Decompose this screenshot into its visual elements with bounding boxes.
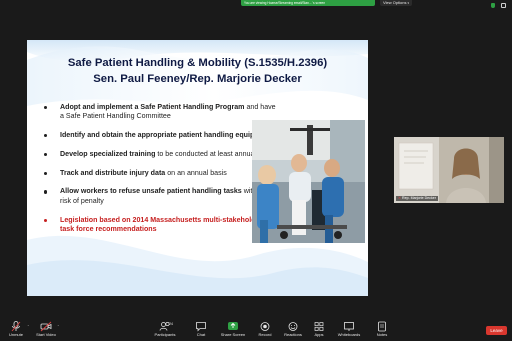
bullet-bold-text: Allow workers to refuse unsafe patient h… bbox=[60, 187, 242, 196]
top-bar: You are viewing Hoarse/Streaming email/S… bbox=[0, 0, 512, 10]
bullet-dot bbox=[44, 218, 48, 222]
record-label: Record bbox=[258, 332, 272, 337]
record-button[interactable]: Record bbox=[250, 321, 280, 341]
top-right-controls bbox=[491, 3, 506, 8]
bullet-text: to be conducted at least annually bbox=[155, 149, 262, 158]
bullet-item: Develop specialized training to be condu… bbox=[42, 150, 277, 159]
bullet-item: Identify and obtain the appropriate pati… bbox=[42, 131, 277, 140]
meeting-toolbar: Unmute ^ Start Video ^ 24 Participants C… bbox=[0, 318, 512, 341]
apps-label: Apps bbox=[314, 332, 324, 337]
unmute-label: Unmute bbox=[8, 332, 23, 337]
shield-icon[interactable] bbox=[491, 3, 495, 8]
share-screen-button[interactable]: Share Screen bbox=[218, 321, 248, 341]
video-camera-icon bbox=[40, 321, 52, 332]
participants-button[interactable]: 24 Participants bbox=[150, 321, 180, 341]
bullet-dot bbox=[44, 134, 48, 138]
chevron-down-icon: ▾ bbox=[407, 1, 410, 5]
participant-video-feed bbox=[394, 137, 504, 203]
bullet-bold-text: Adopt and implement a Safe Patient Handl… bbox=[60, 103, 245, 111]
slide-title-line1: Safe Patient Handling & Mobility (S.1535… bbox=[67, 57, 328, 69]
start-video-label: Start Video bbox=[36, 332, 56, 337]
chevron-up-icon[interactable]: ^ bbox=[58, 324, 59, 328]
slide-title-line2: Sen. Paul Feeney/Rep. Marjorie Decker bbox=[93, 73, 302, 85]
notes-label: Notes bbox=[376, 332, 388, 337]
apps-icon bbox=[314, 322, 324, 331]
shared-slide: Safe Patient Handling & Mobility (S.1535… bbox=[27, 40, 368, 296]
microphone-icon bbox=[11, 321, 21, 332]
slide-bullet-list: Adopt and implement a Safe Patient Handl… bbox=[42, 103, 277, 244]
apps-button[interactable]: Apps bbox=[304, 321, 334, 341]
start-video-button[interactable]: Start Video ^ bbox=[31, 321, 61, 341]
chat-icon bbox=[196, 322, 206, 332]
chat-label: Chat bbox=[196, 332, 206, 337]
notes-button[interactable]: Notes bbox=[367, 321, 397, 341]
microphone-muted-icon: ✕ bbox=[398, 196, 402, 200]
bullet-bold-text: Track and distribute injury data bbox=[60, 168, 166, 177]
bullet-highlight-text: Legislation based on 2014 Massachusetts … bbox=[60, 215, 263, 233]
bullet-bold-text: Identify and obtain the appropriate pati… bbox=[60, 131, 272, 140]
bullet-dot bbox=[44, 190, 48, 194]
participant-name-label: ✕ Rep. Marjorie Decker bbox=[396, 196, 438, 201]
share-screen-icon bbox=[228, 322, 238, 330]
unmute-button[interactable]: Unmute ^ bbox=[1, 321, 31, 341]
grid-view-icon[interactable] bbox=[501, 3, 506, 8]
chevron-up-icon[interactable]: ^ bbox=[28, 324, 29, 328]
chat-button[interactable]: Chat bbox=[186, 321, 216, 341]
participant-video-tile[interactable]: ✕ Rep. Marjorie Decker bbox=[394, 137, 504, 203]
view-options-label: View Options bbox=[383, 0, 407, 5]
bullet-dot bbox=[44, 152, 48, 157]
participants-label: Participants bbox=[154, 332, 176, 337]
bullet-item: Adopt and implement a Safe Patient Handl… bbox=[42, 103, 277, 122]
bullet-dot bbox=[44, 106, 48, 110]
whiteboard-icon bbox=[344, 322, 354, 331]
share-screen-label: Share Screen bbox=[220, 332, 246, 337]
bullet-text: on an annual basis bbox=[165, 168, 227, 177]
whiteboards-label: Whiteboards bbox=[337, 332, 361, 337]
zoom-meeting-window: You are viewing Hoarse/Streaming email/S… bbox=[0, 0, 512, 341]
bullet-item-highlight: Legislation based on 2014 Massachusetts … bbox=[42, 216, 277, 235]
whiteboards-button[interactable]: Whiteboards bbox=[334, 321, 364, 341]
reactions-icon bbox=[288, 322, 298, 331]
participant-name: Rep. Marjorie Decker bbox=[402, 196, 436, 200]
bullet-item: Allow workers to refuse unsafe patient h… bbox=[42, 187, 277, 206]
bullet-item: Track and distribute injury data on an a… bbox=[42, 169, 277, 178]
participants-count: 24 bbox=[169, 322, 173, 326]
bullet-dot bbox=[44, 171, 48, 175]
screen-share-banner[interactable]: You are viewing Hoarse/Streaming email/S… bbox=[241, 0, 375, 6]
leave-meeting-button[interactable]: Leave bbox=[486, 326, 507, 335]
bullet-bold-text: Develop specialized training bbox=[60, 149, 156, 158]
slide-title: Safe Patient Handling & Mobility (S.1535… bbox=[27, 55, 368, 87]
record-icon bbox=[260, 322, 270, 331]
notes-icon bbox=[378, 321, 386, 332]
view-options-button[interactable]: View Options▾ bbox=[380, 0, 413, 6]
patient-handling-photo bbox=[252, 120, 365, 243]
